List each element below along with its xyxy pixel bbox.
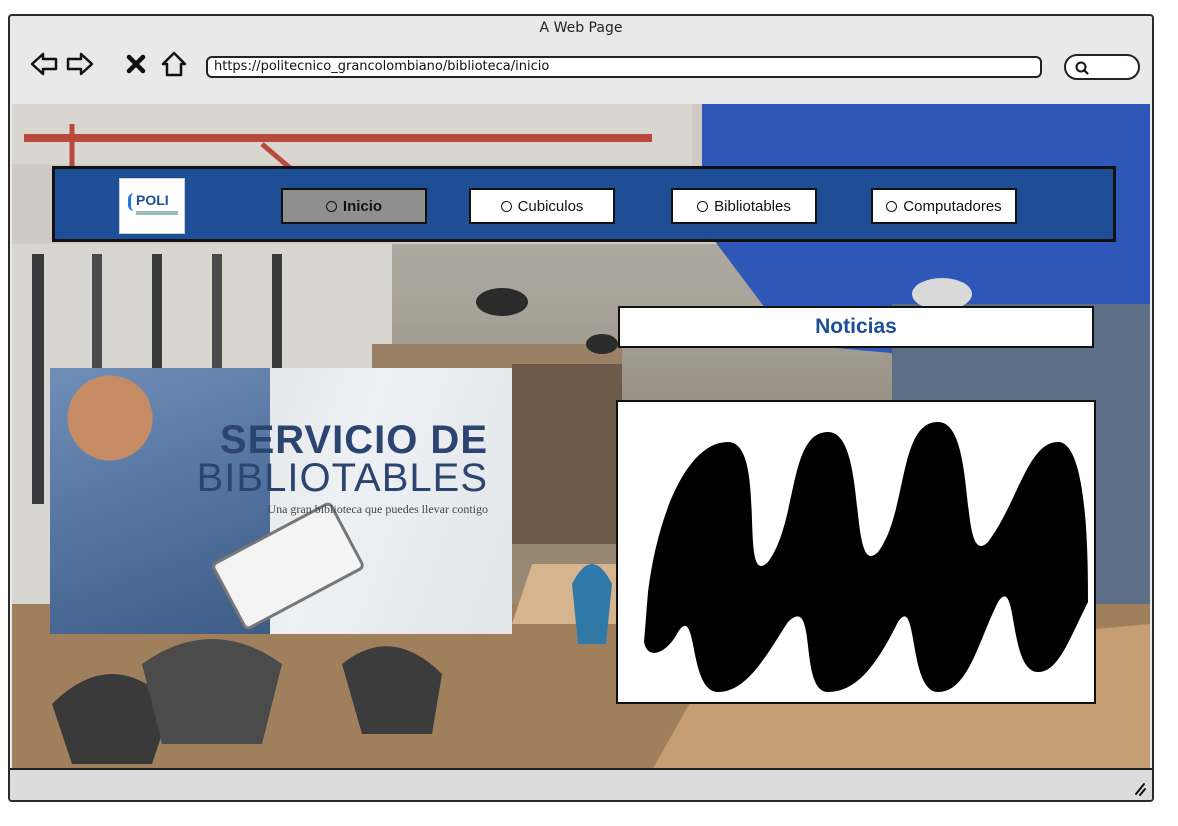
- nav-button-computadores[interactable]: Computadores: [871, 188, 1017, 224]
- address-bar[interactable]: https://politecnico_grancolombiano/bibli…: [206, 56, 1042, 78]
- logo-text: POLI: [136, 192, 169, 208]
- radio-icon: [697, 200, 709, 212]
- search-icon: [1075, 61, 1089, 75]
- noticias-content-placeholder: [616, 400, 1096, 704]
- forward-button[interactable]: [64, 48, 96, 80]
- radio-icon: [500, 200, 512, 212]
- nav-label: Inicio: [342, 197, 383, 215]
- scribble-placeholder-image: [644, 422, 1088, 692]
- close-icon: [126, 54, 146, 74]
- nav-label: Computadores: [903, 197, 1002, 215]
- noticias-header: Noticias: [618, 306, 1094, 348]
- back-arrow-icon: [30, 52, 58, 76]
- radio-icon: [325, 200, 337, 212]
- browser-window: A Web Page https://politecnico_grancolom…: [8, 14, 1154, 802]
- window-title: A Web Page: [539, 20, 623, 36]
- bibliotables-promo-banner[interactable]: SERVICIO DE BIBLIOTABLES Una gran biblio…: [50, 368, 512, 634]
- nav-label: Cubiculos: [517, 197, 584, 215]
- radio-icon: [886, 200, 898, 212]
- nav-button-cubiculos[interactable]: Cubiculos: [469, 188, 615, 224]
- poli-logo[interactable]: POLI: [119, 178, 185, 234]
- logo-subtitle-lines: [136, 211, 178, 215]
- promo-heading-line2: BIBLIOTABLES: [196, 456, 488, 500]
- page-content: POLI Inicio Cubiculos Bibliotables Compu…: [12, 104, 1150, 770]
- home-button[interactable]: [158, 48, 190, 80]
- home-icon: [161, 51, 187, 77]
- browser-search-field[interactable]: [1064, 54, 1140, 80]
- nav-label: Bibliotables: [714, 197, 791, 215]
- nav-button-inicio[interactable]: Inicio: [281, 188, 427, 224]
- browser-status-bar: [10, 768, 1152, 800]
- back-button[interactable]: [28, 48, 60, 80]
- resize-handle-icon[interactable]: [1130, 780, 1146, 796]
- promo-tagline: Una gran biblioteca que puedes llevar co…: [267, 502, 488, 516]
- site-navbar: POLI Inicio Cubiculos Bibliotables Compu…: [52, 166, 1116, 242]
- forward-arrow-icon: [66, 52, 94, 76]
- nav-button-bibliotables[interactable]: Bibliotables: [671, 188, 817, 224]
- stop-button[interactable]: [120, 48, 152, 80]
